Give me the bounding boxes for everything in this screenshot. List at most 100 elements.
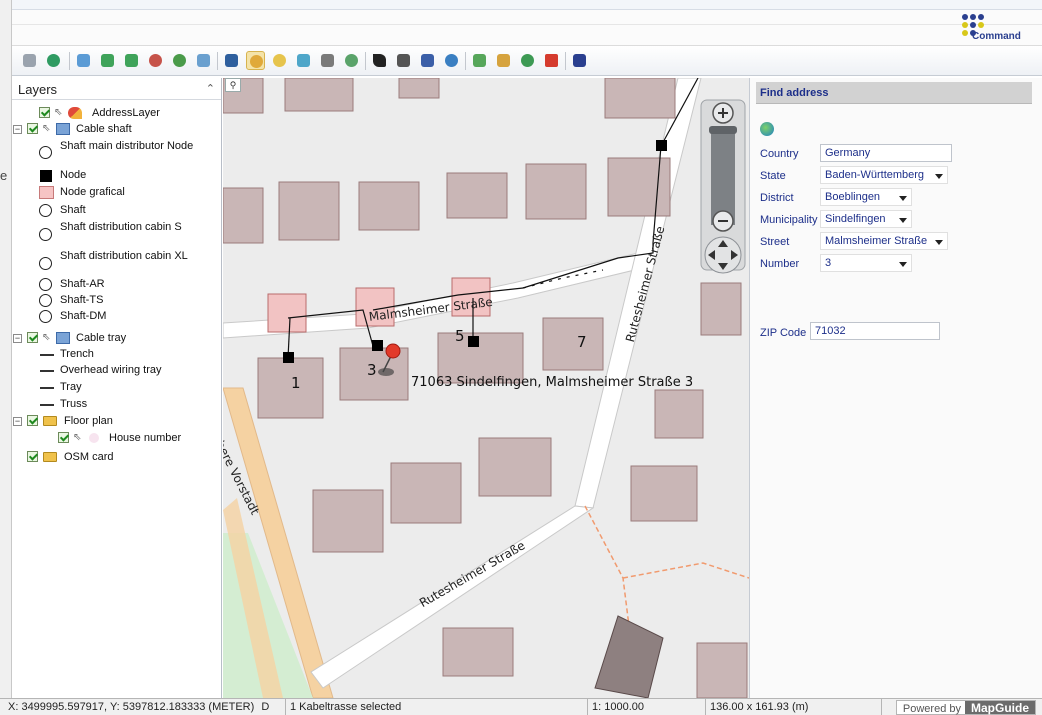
collapse-toggle-icon[interactable]: − bbox=[13, 334, 22, 343]
map-pin-icon[interactable] bbox=[385, 343, 401, 359]
command-grid-icon[interactable] bbox=[570, 51, 589, 70]
toolbar-separator bbox=[365, 52, 366, 70]
layers-panel: Layers ⌃ ⇖ AddressLayer − ⇖ Cable shaft … bbox=[12, 78, 222, 698]
legend-tray: Tray bbox=[12, 381, 222, 395]
layer-addresslayer[interactable]: ⇖ AddressLayer bbox=[12, 107, 222, 121]
overview-icon[interactable] bbox=[294, 51, 313, 70]
delete-icon[interactable] bbox=[542, 51, 561, 70]
legend-label: Shaft distribution cabin XL bbox=[60, 250, 188, 262]
legend-shaft-dm: Shaft-DM bbox=[12, 310, 222, 324]
gutter-glyph: e bbox=[0, 168, 8, 183]
zoom-window-icon[interactable] bbox=[222, 51, 241, 70]
selectable-icon: ⇖ bbox=[42, 123, 51, 134]
district-select[interactable]: Boeblingen bbox=[820, 188, 912, 206]
legend-label: Shaft-AR bbox=[60, 278, 105, 290]
zip-label: ZIP Code bbox=[760, 327, 807, 339]
dark-building bbox=[594, 615, 664, 698]
layer-label: Floor plan bbox=[64, 415, 113, 427]
status-map-size: 136.00 x 161.93 (m) bbox=[706, 699, 882, 715]
zoom-thumb[interactable] bbox=[709, 126, 737, 134]
legend-label: Shaft-DM bbox=[60, 310, 107, 322]
pan-hand-icon[interactable] bbox=[246, 51, 265, 70]
select-region-icon[interactable] bbox=[394, 51, 413, 70]
group-cable-shaft[interactable]: − ⇖ Cable shaft bbox=[12, 123, 222, 137]
circle-symbol-icon bbox=[39, 310, 52, 323]
house-number-1: 1 bbox=[291, 374, 301, 392]
selectable-icon: ⇖ bbox=[73, 432, 82, 443]
district-value: Boeblingen bbox=[825, 191, 881, 203]
checkbox-icon[interactable] bbox=[27, 332, 38, 343]
legend-node-grafical: Node grafical bbox=[12, 186, 222, 200]
find-address-panel: Find address Country Germany State Baden… bbox=[749, 78, 1042, 698]
legend-label: Shaft-TS bbox=[60, 294, 104, 306]
selectable-icon: ⇖ bbox=[54, 107, 63, 118]
zoom-in-icon[interactable] bbox=[170, 51, 189, 70]
digitize-icon[interactable] bbox=[470, 51, 489, 70]
country-field[interactable]: Germany bbox=[820, 144, 952, 162]
map-canvas[interactable]: ⚲ Malmsheimer Straße Rutesheimer Straße … bbox=[223, 78, 749, 698]
zoom-map-icon[interactable] bbox=[270, 51, 289, 70]
checkbox-icon[interactable] bbox=[27, 451, 38, 462]
toolbar-separator bbox=[217, 52, 218, 70]
group-osm-card[interactable]: OSM card bbox=[12, 451, 222, 465]
status-scale: 1: 1000.00 bbox=[588, 699, 706, 715]
checkbox-icon[interactable] bbox=[58, 432, 69, 443]
layers-title: Layers bbox=[18, 82, 58, 97]
legend-label: Overhead wiring tray bbox=[60, 364, 162, 376]
legend-label: Node grafical bbox=[60, 186, 125, 198]
layers-header: Layers ⌃ bbox=[12, 78, 221, 100]
chevron-down-icon bbox=[899, 218, 907, 223]
buffer-icon[interactable] bbox=[494, 51, 513, 70]
chevron-down-icon bbox=[935, 240, 943, 245]
number-select[interactable]: 3 bbox=[820, 254, 912, 272]
select-arrow-icon[interactable] bbox=[370, 51, 389, 70]
street-select[interactable]: Malmsheimer Straße bbox=[820, 232, 948, 250]
house-number-7: 7 bbox=[577, 333, 587, 351]
zoom-extent-icon[interactable] bbox=[194, 51, 213, 70]
layer-house-number[interactable]: ⇖ House number bbox=[12, 432, 222, 446]
checkbox-icon[interactable] bbox=[27, 123, 38, 134]
redline-icon[interactable] bbox=[518, 51, 537, 70]
pan-forward-icon[interactable] bbox=[122, 51, 141, 70]
zoom-select-icon[interactable] bbox=[74, 51, 93, 70]
line-symbol-icon bbox=[40, 387, 54, 389]
layer-label: House number bbox=[109, 432, 182, 444]
collapse-toggle-icon[interactable]: − bbox=[13, 417, 22, 426]
municipality-select[interactable]: Sindelfingen bbox=[820, 210, 912, 228]
zoom-out-icon[interactable] bbox=[146, 51, 165, 70]
legend-shaft-main-distributor: Shaft main distributor Node bbox=[12, 140, 222, 166]
collapse-icon[interactable]: ⌃ bbox=[206, 82, 215, 95]
legend-label: Tray bbox=[60, 381, 82, 393]
legend-shaft-cabin-s: Shaft distribution cabin S bbox=[12, 221, 222, 247]
legend-label: Truss bbox=[60, 398, 88, 410]
print-icon[interactable] bbox=[20, 51, 39, 70]
collapse-toggle-icon[interactable]: − bbox=[13, 125, 22, 134]
legend-shaft-cabin-xl: Shaft distribution cabin XL bbox=[12, 250, 222, 276]
zoom-search-icon[interactable]: ⚲ bbox=[225, 78, 241, 92]
measure-icon[interactable] bbox=[318, 51, 337, 70]
group-cable-tray[interactable]: − ⇖ Cable tray bbox=[12, 332, 222, 346]
left-gutter: e bbox=[0, 0, 12, 715]
legend-trench: Trench bbox=[12, 348, 222, 362]
state-select[interactable]: Baden-Württemberg bbox=[820, 166, 948, 184]
layer-group-icon bbox=[56, 123, 70, 135]
layer-edit-icon[interactable] bbox=[342, 51, 361, 70]
checkbox-icon[interactable] bbox=[27, 415, 38, 426]
circle-symbol-icon bbox=[39, 146, 52, 159]
checkbox-icon[interactable] bbox=[39, 107, 50, 118]
circle-symbol-icon bbox=[39, 278, 52, 291]
zip-field[interactable]: 71032 bbox=[810, 322, 940, 340]
refresh-icon[interactable] bbox=[44, 51, 63, 70]
address-result-label: 71063 Sindelfingen, Malmsheimer Straße 3 bbox=[411, 375, 694, 390]
clear-selection-icon[interactable] bbox=[418, 51, 437, 70]
group-floor-plan[interactable]: − Floor plan bbox=[12, 415, 222, 429]
globe-icon bbox=[760, 122, 774, 136]
refresh-map-icon[interactable] bbox=[442, 51, 461, 70]
legend-overhead-wiring-tray: Overhead wiring tray bbox=[12, 364, 222, 378]
pan-back-icon[interactable] bbox=[98, 51, 117, 70]
status-selection: 1 Kabeltrasse selected bbox=[286, 699, 588, 715]
circle-symbol-icon bbox=[39, 257, 52, 270]
status-prefix: D bbox=[261, 701, 270, 713]
square-symbol-icon bbox=[40, 170, 52, 182]
legend-label: Shaft main distributor Node bbox=[60, 140, 194, 152]
